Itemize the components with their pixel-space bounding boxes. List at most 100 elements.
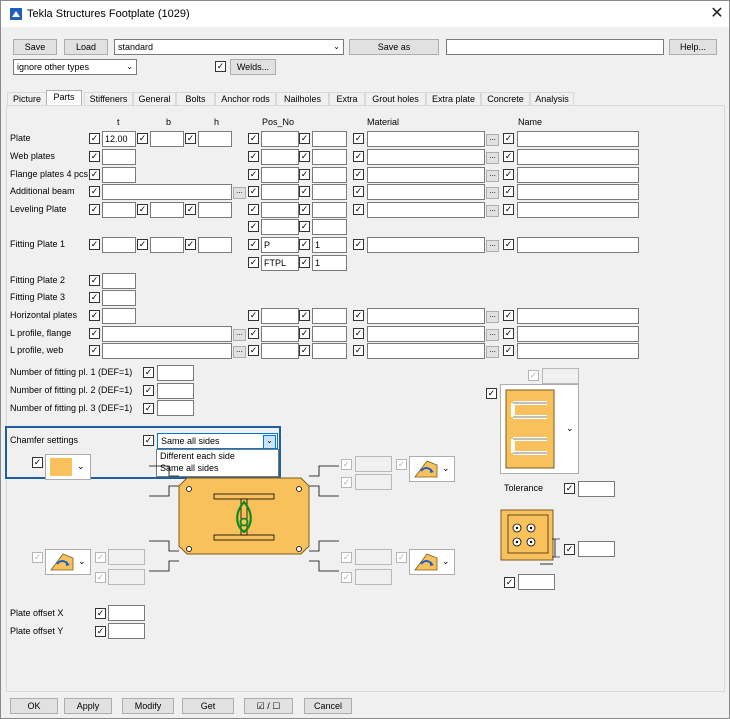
web-plates-material-input[interactable] [367, 149, 485, 165]
tab-grout-holes[interactable]: Grout holes [365, 92, 426, 106]
fitting-plate-1-t-input[interactable] [102, 237, 136, 253]
web-plates-t-checkbox[interactable]: ✓ [89, 151, 100, 162]
l-profile-web-material-input[interactable] [367, 343, 485, 359]
tolerance-detail-checkbox[interactable]: ✓ [564, 544, 575, 555]
web-plates-t-input[interactable] [102, 149, 136, 165]
l-profile-web-name-input[interactable] [517, 343, 639, 359]
leveling-plate-pos2-prefix-input[interactable] [261, 219, 299, 235]
l-profile-web-name-checkbox[interactable]: ✓ [503, 345, 514, 356]
tolerance-checkbox[interactable]: ✓ [564, 483, 575, 494]
plate-material-checkbox[interactable]: ✓ [353, 133, 364, 144]
l-profile-flange-material-input[interactable] [367, 326, 485, 342]
leveling-plate-b-checkbox[interactable]: ✓ [137, 204, 148, 215]
ok-button[interactable]: OK [10, 698, 58, 714]
flange-plates-pos-start-input[interactable] [312, 167, 347, 183]
plate-shape-value-input[interactable] [542, 368, 579, 384]
leveling-plate-material-browse-button[interactable]: ... [486, 205, 499, 217]
plate-offset-y-input[interactable] [108, 623, 145, 639]
flange-plates-material-input[interactable] [367, 167, 485, 183]
plate-pos-start-input[interactable] [312, 131, 347, 147]
welds-button[interactable]: Welds... [230, 59, 276, 75]
leveling-plate-pos-prefix-input[interactable] [261, 202, 299, 218]
plate-h-input[interactable] [198, 131, 232, 147]
leveling-plate-h-checkbox[interactable]: ✓ [185, 204, 196, 215]
plate-offset-x-input[interactable] [108, 605, 145, 621]
l-profile-web-pos-prefix-checkbox[interactable]: ✓ [248, 345, 259, 356]
plate-pos-prefix-input[interactable] [261, 131, 299, 147]
chamfer-settings-checkbox[interactable]: ✓ [143, 435, 154, 446]
plate-material-browse-button[interactable]: ... [486, 134, 499, 146]
additional-beam-name-checkbox[interactable]: ✓ [503, 186, 514, 197]
additional-beam-profile-checkbox[interactable]: ✓ [89, 186, 100, 197]
preset-select[interactable]: standard ⌄ [114, 39, 344, 55]
weld-top-right-size-2-input[interactable] [355, 474, 392, 490]
horizontal-plates-material-input[interactable] [367, 308, 485, 324]
get-button[interactable]: Get [182, 698, 234, 714]
number-of-fitting-plate-1-checkbox[interactable]: ✓ [143, 367, 154, 378]
l-profile-flange-material-checkbox[interactable]: ✓ [353, 328, 364, 339]
weld-bottom-right-size-2-checkbox[interactable]: ✓ [341, 572, 352, 583]
flange-plates-material-browse-button[interactable]: ... [486, 170, 499, 182]
apply-button[interactable]: Apply [64, 698, 112, 714]
plate-name-checkbox[interactable]: ✓ [503, 133, 514, 144]
number-of-fitting-plate-1-input[interactable] [157, 365, 194, 381]
close-icon[interactable]: ✕ [707, 4, 727, 24]
toggle-checkboxes-button[interactable]: ☑ / ☐ [244, 698, 293, 714]
plate-shape-checkbox[interactable]: ✓ [486, 388, 497, 399]
weld-top-right-symbol-picker[interactable]: ⌄ [409, 456, 455, 482]
additional-beam-pos-start-input[interactable] [312, 184, 347, 200]
number-of-fitting-plate-3-input[interactable] [157, 400, 194, 416]
tolerance-detail-input[interactable] [578, 541, 615, 557]
tab-stiffeners[interactable]: Stiffeners [84, 92, 133, 106]
l-profile-flange-pos-start-input[interactable] [312, 326, 347, 342]
additional-beam-material-checkbox[interactable]: ✓ [353, 186, 364, 197]
chamfer-shape-picker[interactable]: ⌄ [45, 454, 91, 480]
flange-plates-name-input[interactable] [517, 167, 639, 183]
web-plates-material-browse-button[interactable]: ... [486, 152, 499, 164]
weld-bottom-right-symbol-picker[interactable]: ⌄ [409, 549, 455, 575]
leveling-plate-b-input[interactable] [150, 202, 184, 218]
additional-beam-profile-input[interactable] [102, 184, 232, 200]
fitting-plate-1-pos2-start-input[interactable]: 1 [312, 255, 347, 271]
fitting-plate-2-t-input[interactable] [102, 273, 136, 289]
additional-beam-name-input[interactable] [517, 184, 639, 200]
leveling-plate-pos-start-checkbox[interactable]: ✓ [299, 204, 310, 215]
tab-bolts[interactable]: Bolts [176, 92, 215, 106]
flange-plates-name-checkbox[interactable]: ✓ [503, 169, 514, 180]
l-profile-web-profile-checkbox[interactable]: ✓ [89, 345, 100, 356]
load-button[interactable]: Load [64, 39, 108, 55]
web-plates-pos-start-checkbox[interactable]: ✓ [299, 151, 310, 162]
weld-left-size-2-checkbox[interactable]: ✓ [95, 572, 106, 583]
l-profile-flange-name-input[interactable] [517, 326, 639, 342]
l-profile-flange-name-checkbox[interactable]: ✓ [503, 328, 514, 339]
fitting-plate-1-b-checkbox[interactable]: ✓ [137, 239, 148, 250]
number-of-fitting-plate-2-input[interactable] [157, 383, 194, 399]
tab-extra-plate[interactable]: Extra plate [426, 92, 481, 106]
additional-beam-profile-browse-button[interactable]: ... [233, 187, 246, 199]
flange-plates-pos-prefix-input[interactable] [261, 167, 299, 183]
fitting-plate-1-name-input[interactable] [517, 237, 639, 253]
plate-b-input[interactable] [150, 131, 184, 147]
l-profile-flange-profile-browse-button[interactable]: ... [233, 329, 246, 341]
fitting-plate-1-h-checkbox[interactable]: ✓ [185, 239, 196, 250]
weld-bottom-right-size-2-input[interactable] [355, 569, 392, 585]
tolerance-input[interactable] [578, 481, 615, 497]
l-profile-web-pos-prefix-input[interactable] [261, 343, 299, 359]
tolerance-bottom-checkbox[interactable]: ✓ [504, 577, 515, 588]
save-as-button[interactable]: Save as [349, 39, 439, 55]
tab-analysis[interactable]: Analysis [530, 92, 574, 106]
fitting-plate-1-material-checkbox[interactable]: ✓ [353, 239, 364, 250]
l-profile-flange-material-browse-button[interactable]: ... [486, 329, 499, 341]
weld-left-size-1-input[interactable] [108, 549, 145, 565]
horizontal-plates-pos-start-input[interactable] [312, 308, 347, 324]
tab-general[interactable]: General [133, 92, 176, 106]
plate-offset-y-checkbox[interactable]: ✓ [95, 626, 106, 637]
tab-anchor-rods[interactable]: Anchor rods [215, 92, 276, 106]
horizontal-plates-pos-start-checkbox[interactable]: ✓ [299, 310, 310, 321]
l-profile-flange-pos-prefix-input[interactable] [261, 326, 299, 342]
plate-shape-picker[interactable]: ⌄ [500, 384, 579, 474]
l-profile-web-pos-start-input[interactable] [312, 343, 347, 359]
plate-pos-start-checkbox[interactable]: ✓ [299, 133, 310, 144]
weld-bottom-right-size-1-checkbox[interactable]: ✓ [341, 552, 352, 563]
horizontal-plates-name-checkbox[interactable]: ✓ [503, 310, 514, 321]
